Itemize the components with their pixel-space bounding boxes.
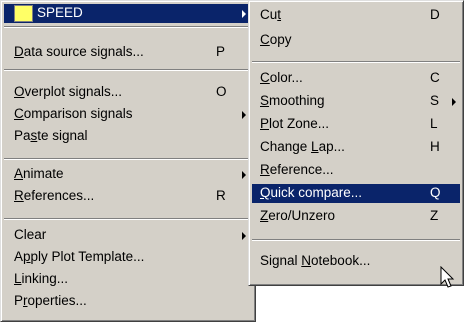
submenu: Cut D Copy Color... C Smoothing S Plot Z…	[248, 0, 464, 286]
menu-item-label: Overplot signals...	[14, 84, 123, 99]
menu-item-quick-compare[interactable]: Quick compare... Q	[252, 184, 460, 203]
menu-separator	[4, 69, 252, 71]
menu-item-clear[interactable]: Clear	[4, 226, 252, 245]
menu-item-comparison-signals[interactable]: Comparison signals	[4, 105, 252, 124]
menu-item-label: Smoothing	[260, 93, 325, 108]
menu-item-speed-header[interactable]: SPEED	[4, 4, 252, 23]
arrow-pointer-icon	[440, 266, 455, 288]
shortcut-key: D	[430, 7, 440, 22]
shortcut-key: Z	[430, 208, 439, 223]
submenu-arrow-icon	[242, 171, 246, 179]
menu-item-label: Quick compare...	[260, 185, 363, 200]
menu-item-signal-notebook[interactable]: Signal Notebook...	[252, 252, 460, 271]
menu-item-color[interactable]: Color... C	[252, 69, 460, 88]
menu-item-label: Cut	[260, 7, 282, 22]
shortcut-key: C	[430, 70, 440, 85]
shortcut-key: Q	[430, 185, 441, 200]
menu-item-label: References...	[14, 188, 95, 203]
menu-item-label: Data source signals...	[14, 44, 144, 59]
shortcut-key: S	[430, 93, 440, 108]
menu-item-copy[interactable]: Copy	[252, 31, 460, 50]
menu-separator	[252, 239, 460, 241]
menu-item-plot-zone[interactable]: Plot Zone... L	[252, 115, 460, 134]
menu-item-cut[interactable]: Cut D	[252, 6, 460, 25]
menu-separator	[252, 61, 460, 63]
context-menu: SPEED Data source signals... P Overplot …	[0, 0, 256, 322]
menu-item-label: Linking...	[14, 271, 69, 286]
menu-item-label: Change Lap...	[260, 139, 345, 154]
menu-item-label: Properties...	[14, 293, 87, 308]
menu-item-linking[interactable]: Linking...	[4, 270, 252, 289]
shortcut-key: P	[216, 44, 226, 59]
menu-item-paste-signal[interactable]: Paste signal	[4, 127, 252, 146]
menu-item-data-source-signals[interactable]: Data source signals... P	[4, 43, 252, 62]
menu-separator	[4, 158, 252, 160]
submenu-arrow-icon	[242, 10, 246, 18]
menu-item-overplot-signals[interactable]: Overplot signals... O	[4, 83, 252, 102]
menu-separator	[4, 218, 252, 220]
submenu-arrow-icon	[242, 111, 246, 119]
menu-item-label: Animate	[14, 166, 64, 181]
menu-item-reference[interactable]: Reference...	[252, 161, 460, 180]
submenu-arrow-icon	[452, 98, 456, 106]
menu-item-label: Paste signal	[14, 128, 88, 143]
shortcut-key: R	[216, 188, 226, 203]
menu-item-label: Color...	[260, 70, 303, 85]
shortcut-key: O	[216, 84, 227, 99]
menu-item-zero-unzero[interactable]: Zero/Unzero Z	[252, 207, 460, 226]
menu-item-label: Comparison signals	[14, 106, 133, 121]
menu-item-label: Reference...	[260, 162, 334, 177]
menu-item-label: Clear	[14, 227, 47, 242]
shortcut-key: L	[430, 116, 438, 131]
submenu-arrow-icon	[242, 232, 246, 240]
menu-item-label: Apply Plot Template...	[14, 249, 145, 264]
menu-separator	[4, 26, 252, 28]
menu-item-label: Zero/Unzero	[260, 208, 336, 223]
menu-item-label: Plot Zone...	[260, 116, 330, 131]
color-swatch-icon	[14, 5, 33, 22]
menu-item-label: SPEED	[37, 5, 83, 20]
menu-item-properties[interactable]: Properties...	[4, 292, 252, 311]
menu-item-change-lap[interactable]: Change Lap... H	[252, 138, 460, 157]
shortcut-key: H	[430, 139, 440, 154]
menu-item-apply-plot-template[interactable]: Apply Plot Template...	[4, 248, 252, 267]
menu-item-smoothing[interactable]: Smoothing S	[252, 92, 460, 111]
menu-item-label: Copy	[260, 32, 292, 47]
menu-item-label: Signal Notebook...	[260, 253, 371, 268]
menu-item-references[interactable]: References... R	[4, 187, 252, 206]
menu-item-animate[interactable]: Animate	[4, 165, 252, 184]
